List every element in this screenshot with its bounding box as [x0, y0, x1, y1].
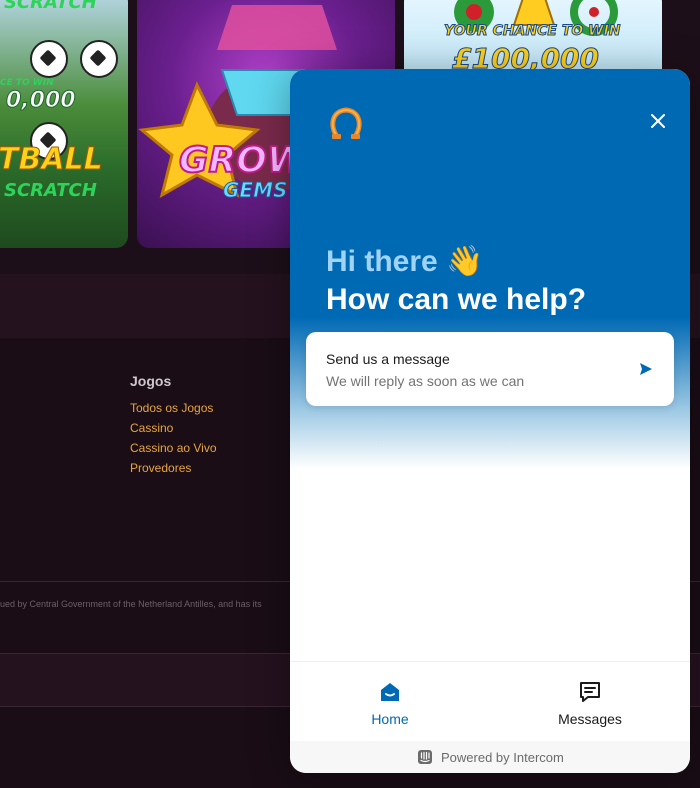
- powered-by-intercom[interactable]: Powered by Intercom: [290, 741, 690, 773]
- footer-link-casino[interactable]: Cassino: [130, 421, 173, 435]
- card-football-chance-text: CE TO WIN: [0, 78, 54, 88]
- footer-link-all-games[interactable]: Todos os Jogos: [130, 401, 213, 415]
- footer-heading-jogos: Jogos: [130, 373, 172, 389]
- footer-link-providers[interactable]: Provedores: [130, 461, 191, 475]
- game-card-football-scratch[interactable]: SCRATCH CE TO WIN 0,000 TBALL SCRATCH: [0, 0, 128, 248]
- send-message-card[interactable]: Send us a message We will reply as soon …: [306, 332, 674, 406]
- close-icon[interactable]: [646, 109, 670, 133]
- greeting-hi-there: Hi there 👋: [326, 244, 483, 279]
- messenger-bottom-nav: Home Messages: [290, 661, 690, 742]
- football-graphic: [80, 40, 118, 78]
- nav-messages-tab[interactable]: Messages: [490, 662, 690, 742]
- send-message-subtitle: We will reply as soon as we can: [326, 373, 525, 389]
- card-football-title: TBALL: [0, 142, 103, 178]
- intercom-icon: [418, 750, 432, 764]
- waving-hand-emoji: 👋: [446, 245, 484, 278]
- card-football-amount: 0,000: [6, 88, 77, 114]
- nav-home-tab[interactable]: Home: [290, 662, 490, 742]
- messages-icon: [580, 682, 600, 702]
- greeting-text: Hi there: [326, 245, 438, 278]
- card-football-top-text: SCRATCH: [4, 0, 97, 13]
- football-graphic: [30, 40, 68, 78]
- intercom-messenger: Hi there 👋 How can we help? Send us a me…: [290, 69, 690, 773]
- nav-messages-label: Messages: [558, 711, 622, 727]
- home-icon: [381, 683, 399, 701]
- powered-by-text: Powered by Intercom: [441, 750, 564, 765]
- greeting-how-can-we-help: How can we help?: [326, 283, 587, 316]
- messenger-header: Hi there 👋 How can we help? Send us a me…: [290, 69, 690, 469]
- card-football-sub: SCRATCH: [4, 180, 97, 201]
- footer-link-live-casino[interactable]: Cassino ao Vivo: [130, 441, 217, 455]
- nav-home-label: Home: [371, 711, 409, 727]
- card-gems-title: GROW: [178, 139, 308, 182]
- send-message-title: Send us a message: [326, 351, 450, 367]
- footer-legal-text: ued by Central Government of the Netherl…: [0, 599, 262, 609]
- card-gems-sub: GEMS: [222, 178, 288, 203]
- send-arrow-icon: [640, 363, 652, 375]
- card-win-title: YOUR CHANCE TO WIN: [444, 23, 622, 40]
- horseshoe-logo-icon: [330, 107, 362, 139]
